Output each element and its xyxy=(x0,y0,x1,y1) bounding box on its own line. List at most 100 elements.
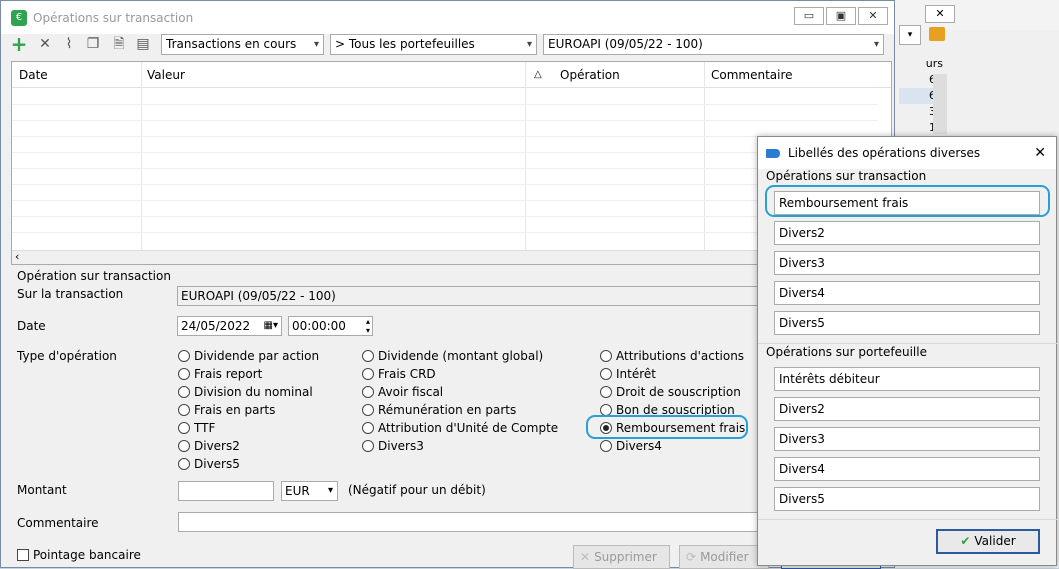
checkbox[interactable] xyxy=(17,549,29,561)
radio-option[interactable]: Divers5 xyxy=(178,457,240,471)
radio-label: Frais CRD xyxy=(378,367,436,381)
close-icon[interactable]: ✕ xyxy=(1034,145,1046,161)
radio-circle[interactable] xyxy=(178,368,190,380)
radio-circle[interactable] xyxy=(362,368,374,380)
radio-option[interactable]: Avoir fiscal xyxy=(362,385,443,399)
background-dropdown[interactable]: ▾ xyxy=(899,25,921,45)
column-header-operation[interactable]: Opération xyxy=(560,68,620,82)
radio-label: Frais report xyxy=(194,367,263,381)
radio-circle[interactable] xyxy=(178,350,190,362)
radio-circle[interactable] xyxy=(600,386,612,398)
transaction-label-field[interactable]: Divers4 xyxy=(774,281,1040,305)
labels-dialog: Libellés des opérations diverses ✕ Opéra… xyxy=(757,136,1058,566)
column-header-value[interactable]: Valeur xyxy=(147,68,185,82)
column-header-comment[interactable]: Commentaire xyxy=(711,68,793,82)
radio-option[interactable]: Attribution d'Unité de Compte xyxy=(362,421,558,435)
attach-icon[interactable]: ⌇ xyxy=(59,34,79,54)
radio-option[interactable]: Rémunération en parts xyxy=(362,403,516,417)
radio-circle[interactable] xyxy=(178,458,190,470)
radio-option[interactable]: Intérêt xyxy=(600,367,656,381)
radio-option[interactable]: Dividende (montant global) xyxy=(362,349,543,363)
radio-option[interactable]: Divers4 xyxy=(600,439,662,453)
portfolio-label-field[interactable]: Divers3 xyxy=(774,427,1040,451)
radio-option[interactable]: Divers3 xyxy=(362,439,424,453)
chevron-down-icon: ▾ xyxy=(313,39,319,50)
radio-option[interactable]: Divers2 xyxy=(178,439,240,453)
radio-option[interactable]: Droit de souscription xyxy=(600,385,741,399)
horizontal-scrollbar[interactable]: ‹ xyxy=(12,250,878,264)
amount-input[interactable] xyxy=(178,481,274,501)
transaction-label-field[interactable]: Divers5 xyxy=(774,311,1040,335)
radio-circle[interactable] xyxy=(362,350,374,362)
radio-circle[interactable] xyxy=(178,422,190,434)
copy-icon[interactable]: ❐ xyxy=(83,34,103,54)
currency-value: EUR xyxy=(285,484,310,498)
delete-icon[interactable]: ✕ xyxy=(35,34,55,54)
grid-divider xyxy=(704,62,705,252)
sort-up-icon[interactable]: △ xyxy=(534,69,542,80)
transaction-label-field[interactable]: Divers2 xyxy=(774,221,1040,245)
validate-button[interactable]: ✔ Valider xyxy=(936,529,1040,554)
radio-option[interactable]: Division du nominal xyxy=(178,385,313,399)
close-icon: ✕ xyxy=(580,550,591,564)
bank-check-label: Pointage bancaire xyxy=(33,548,141,562)
radio-option[interactable]: Attributions d'actions xyxy=(600,349,744,363)
radio-circle[interactable] xyxy=(178,386,190,398)
radio-circle[interactable] xyxy=(600,440,612,452)
time-input[interactable]: 00:00:00 ▴ ▾ xyxy=(288,316,373,336)
export-icon[interactable]: 🗎 xyxy=(109,34,129,54)
time-value: 00:00:00 xyxy=(292,319,346,333)
radio-circle[interactable] xyxy=(178,404,190,416)
radio-option[interactable]: Frais report xyxy=(178,367,262,381)
spinner-icon[interactable]: ▴ ▾ xyxy=(366,317,370,335)
radio-circle[interactable] xyxy=(362,440,374,452)
delete-button[interactable]: ✕ Supprimer xyxy=(573,545,670,569)
radio-label: Frais en parts xyxy=(194,403,276,417)
columns-icon[interactable]: ▤ xyxy=(133,34,153,54)
date-input[interactable]: 24/05/2022 ▦▾ xyxy=(177,316,282,336)
checkmark-icon: ✔ xyxy=(960,534,971,548)
currency-select[interactable]: EUR ▾ xyxy=(281,481,338,501)
portfolio-label-field[interactable]: Divers4 xyxy=(774,457,1040,481)
app-icon: € xyxy=(11,9,27,26)
status-filter-dropdown[interactable]: Transactions en cours ▾ xyxy=(161,34,324,55)
minimize-button[interactable]: ▭ xyxy=(794,7,824,25)
column-header-date[interactable]: Date xyxy=(19,68,48,82)
modify-button[interactable]: ⟳ Modifier xyxy=(679,545,769,569)
close-button[interactable]: ✕ xyxy=(858,7,888,25)
radio-option[interactable]: Frais CRD xyxy=(362,367,436,381)
portfolio-label-field[interactable]: Divers2 xyxy=(774,397,1040,421)
divider xyxy=(758,519,1058,520)
scroll-left-icon[interactable]: ‹ xyxy=(15,250,19,263)
transaction-filter-dropdown[interactable]: EUROAPI (09/05/22 - 100) ▾ xyxy=(543,34,884,55)
portfolio-filter-value: > Tous les portefeuilles xyxy=(335,37,475,51)
radio-circle[interactable] xyxy=(362,404,374,416)
divider xyxy=(758,343,1058,344)
maximize-button[interactable]: ▣ xyxy=(826,7,856,25)
bank-check[interactable]: Pointage bancaire xyxy=(17,548,141,562)
radio-circle[interactable] xyxy=(178,440,190,452)
transaction-filter-value: EUROAPI (09/05/22 - 100) xyxy=(548,37,703,51)
folder-icon[interactable] xyxy=(929,27,945,41)
dialog-section-transaction: Opérations sur transaction xyxy=(766,169,927,183)
tag-icon xyxy=(766,148,780,158)
radio-circle[interactable] xyxy=(600,350,612,362)
radio-circle[interactable] xyxy=(362,386,374,398)
radio-option[interactable]: Frais en parts xyxy=(178,403,275,417)
radio-label: Droit de souscription xyxy=(616,385,741,399)
radio-circle[interactable] xyxy=(362,422,374,434)
portfolio-label-field[interactable]: Intérêts débiteur xyxy=(774,367,1040,391)
transaction-label-field[interactable]: Divers3 xyxy=(774,251,1040,275)
portfolio-filter-dropdown[interactable]: > Tous les portefeuilles ▾ xyxy=(330,34,537,55)
toolbar: + ✕ ⌇ ❐ 🗎 ▤ Transactions en cours ▾ > Tou… xyxy=(1,34,894,56)
background-scrollbar[interactable] xyxy=(933,74,947,134)
transaction-select[interactable]: EUROAPI (09/05/22 - 100) ▾ xyxy=(177,286,767,306)
add-icon[interactable]: + xyxy=(9,34,29,54)
radio-option[interactable]: TTF xyxy=(178,421,215,435)
background-close-button[interactable]: ✕ xyxy=(925,5,955,23)
radio-circle[interactable] xyxy=(600,368,612,380)
calendar-icon[interactable]: ▦▾ xyxy=(264,317,278,335)
comment-input[interactable] xyxy=(178,512,768,532)
portfolio-label-field[interactable]: Divers5 xyxy=(774,487,1040,511)
radio-option[interactable]: Dividende par action xyxy=(178,349,319,363)
